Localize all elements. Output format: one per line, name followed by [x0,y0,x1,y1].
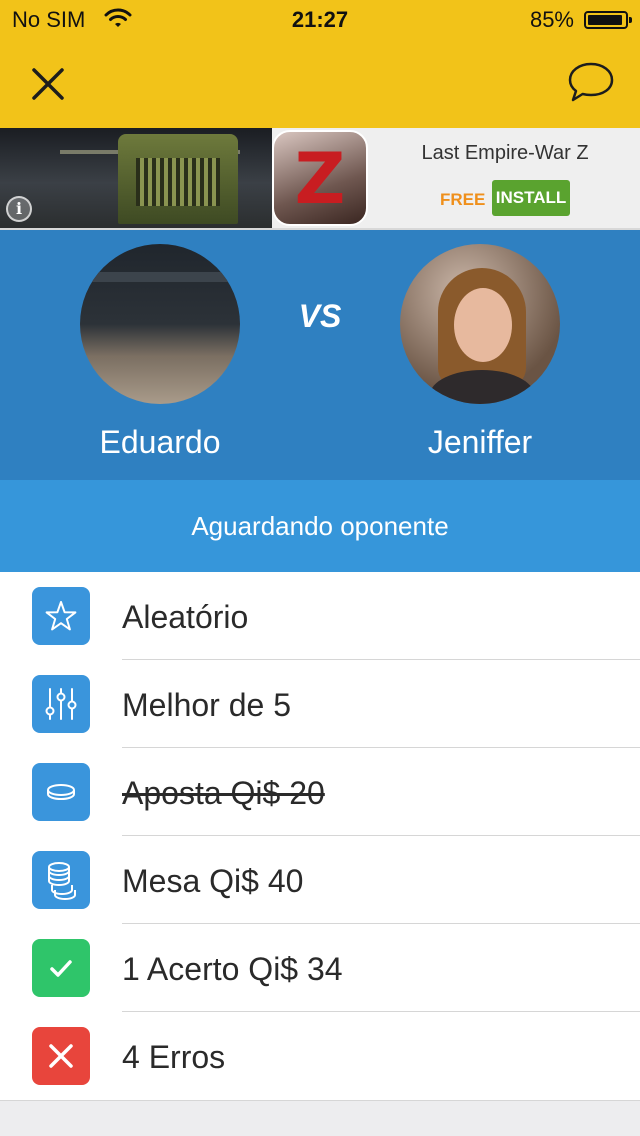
list-item-table: Mesa Qi$ 40 [0,836,640,924]
ad-app-icon: Z [272,130,368,226]
ad-price: FREE [440,190,486,209]
match-details-list: Aleatório Melhor de 5 Aposta Qi$ 20 Mesa… [0,572,640,1101]
cross-icon [32,1027,90,1085]
list-item-correct: 1 Acerto Qi$ 34 [0,924,640,1012]
star-icon [32,587,90,645]
list-item-format: Melhor de 5 [0,660,640,748]
sliders-icon [32,675,90,733]
app-header: No SIM 21:27 85% [0,0,640,128]
coin-icon [32,763,90,821]
battery-percentage: 85% [529,7,574,32]
ad-app-icon-glyph: Z [294,138,346,220]
status-bar: No SIM 21:27 85% [0,0,640,40]
info-icon[interactable]: i [6,196,32,222]
list-item-mode: Aleatório [0,572,640,660]
list-item-label: Melhor de 5 [122,687,291,723]
player-2-name: Jeniffer [427,424,533,460]
list-item-label: Mesa Qi$ 40 [122,863,304,899]
player-1-name: Eduardo [99,424,221,460]
list-item-label: 1 Acerto Qi$ 34 [122,951,343,987]
versus-panel: VS Eduardo Jeniffer [0,230,640,480]
list-item-label: Aleatório [122,599,249,635]
battery-icon [584,11,632,29]
ad-artwork [0,128,272,228]
match-status: Aguardando oponente [0,480,640,572]
list-item-bet: Aposta Qi$ 20 [0,748,640,836]
chat-bubble-icon[interactable] [566,60,616,106]
close-icon[interactable] [24,60,72,108]
checkmark-icon [32,939,90,997]
list-item-label: Aposta Qi$ 20 [122,775,325,811]
list-item-label: 4 Erros [122,1039,226,1075]
list-item-errors: 4 Erros [0,1012,640,1100]
coins-stack-icon [32,851,90,909]
player-2-avatar[interactable] [400,244,560,404]
ad-banner[interactable]: i Z Last Empire-War Z FREE INSTALL [0,128,640,230]
install-button[interactable]: INSTALL [492,180,570,216]
ad-title: Last Empire-War Z [421,142,589,164]
